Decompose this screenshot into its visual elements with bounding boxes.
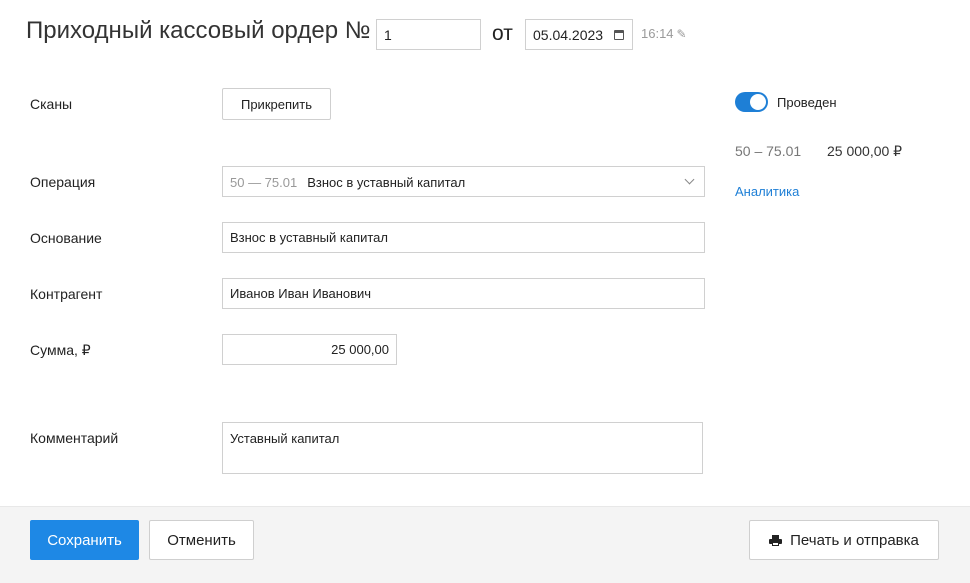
time-value: 16:14 [641, 26, 674, 41]
save-button[interactable]: Сохранить [30, 520, 139, 560]
document-time[interactable]: 16:14 ✎ [641, 26, 687, 41]
print-button-label: Печать и отправка [790, 531, 919, 549]
operation-value: Взнос в уставный капитал [307, 174, 466, 190]
posted-label: Проведен [777, 95, 837, 110]
date-from-label: от [492, 22, 513, 45]
date-value: 05.04.2023 [533, 26, 604, 43]
basis-input[interactable]: Взнос в уставный капитал [222, 222, 705, 253]
attach-button[interactable]: Прикрепить [222, 88, 331, 120]
operation-select[interactable]: 50 — 75.01 Взнос в уставный капитал [222, 166, 705, 197]
cancel-button[interactable]: Отменить [149, 520, 254, 560]
page-title: Приходный кассовый ордер № [26, 17, 371, 44]
analytics-link[interactable]: Аналитика [735, 184, 799, 199]
operation-selected: 50 — 75.01 Взнос в уставный капитал [230, 174, 465, 190]
sum-label: Сумма, ₽ [30, 342, 91, 358]
document-date-input[interactable]: 05.04.2023 [525, 19, 633, 50]
operation-label: Операция [30, 174, 96, 190]
operation-code: 50 — 75.01 [230, 174, 298, 190]
sum-input[interactable]: 25 000,00 [222, 334, 397, 365]
entry-amount: 25 000,00 ₽ [827, 143, 903, 159]
posted-toggle[interactable] [735, 92, 768, 112]
chevron-down-icon [684, 174, 695, 185]
document-number-input[interactable]: 1 [376, 19, 481, 50]
entry-accounts: 50 – 75.01 [735, 143, 802, 159]
scans-label: Сканы [30, 96, 73, 112]
counterparty-input[interactable]: Иванов Иван Иванович [222, 278, 705, 309]
comment-label: Комментарий [30, 430, 119, 446]
comment-textarea[interactable]: Уставный капитал [222, 422, 703, 474]
toggle-knob [750, 94, 766, 110]
pencil-icon[interactable]: ✎ [677, 28, 687, 40]
counterparty-label: Контрагент [30, 286, 103, 302]
print-and-send-button[interactable]: Печать и отправка [749, 520, 939, 560]
calendar-icon[interactable] [614, 29, 624, 40]
basis-label: Основание [30, 230, 102, 246]
printer-icon [769, 534, 783, 546]
